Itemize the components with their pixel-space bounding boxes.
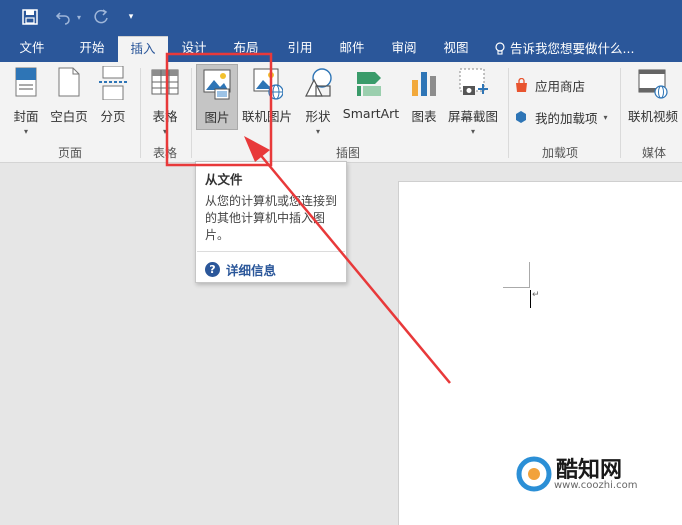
pages-group-label: 页面 [57,146,82,160]
addins-icon [516,111,526,123]
ribbon-tabs: 文件 开始 插入 设计 布局 引用 邮件 审阅 视图 告诉我您想要做什么... [0,36,682,62]
chevron-down-icon: ▾ [470,127,475,136]
my-addins-label: 我的加载项 [535,111,598,126]
online-video-label: 联机视频 [627,109,678,124]
tables-group-label: 表格 [152,146,177,160]
table-label: 表格 [152,109,178,124]
cover-page-icon [10,66,42,100]
chart-button[interactable]: 图表 [406,66,442,125]
tab-layout[interactable]: 布局 [222,36,270,62]
smartart-icon [355,66,387,100]
blank-page-icon [53,66,85,100]
shapes-button[interactable]: 形状 ▾ [298,66,338,136]
group-divider [620,68,621,158]
watermark-url: www.coozhi.com [554,480,638,491]
shapes-icon [302,66,334,100]
illustrations-group-label: 插图 [335,146,360,160]
title-bar: ▾ ▾ [0,0,682,36]
margin-corner-mark [529,262,530,288]
margin-corner-mark [503,287,529,288]
online-video-button[interactable]: 联机视频 [624,66,682,125]
cover-page-button[interactable]: 封面 ▾ [8,66,44,136]
smartart-button[interactable]: SmartArt [340,66,402,121]
tab-design[interactable]: 设计 [170,36,218,62]
picture-label: 图片 [204,110,230,125]
addins-group-label: 加载项 [541,146,578,160]
watermark: 酷知网 www.coozhi.com [510,448,668,500]
online-video-icon [637,66,669,100]
table-button[interactable]: 表格 ▾ [146,66,184,136]
tooltip-help-label: 详细信息 [226,263,277,278]
paragraph-mark-icon: ↵ [532,290,540,300]
help-icon: ? [205,262,220,277]
group-divider [191,68,192,158]
page-break-label: 分页 [100,109,126,124]
tab-references[interactable]: 引用 [276,36,324,62]
chevron-down-icon: ▾ [23,127,28,136]
tooltip-title: 从文件 [205,172,243,187]
tell-me-text: 告诉我您想要做什么... [510,41,635,56]
my-addins-button[interactable]: 我的加载项 ▾ [514,108,608,127]
tab-review[interactable]: 审阅 [380,36,428,62]
smartart-label: SmartArt [342,106,400,121]
screenshot-icon [457,66,489,100]
tab-insert[interactable]: 插入 [118,36,168,62]
screenshot-button[interactable]: 屏幕截图 ▾ [444,66,502,136]
tooltip-help-link[interactable]: ? 详细信息 [205,260,276,279]
store-button[interactable]: 应用商店 [514,76,585,95]
bar-chart-icon [408,66,440,100]
online-picture-icon [251,66,284,100]
store-label: 应用商店 [535,79,586,94]
online-picture-button[interactable]: 联机图片 [240,66,294,125]
lightbulb-icon [495,42,505,55]
store-icon [516,78,527,92]
text-cursor [530,290,531,308]
tell-me-box[interactable]: 告诉我您想要做什么... [494,36,634,62]
table-icon [149,66,181,100]
screenshot-label: 屏幕截图 [447,109,498,124]
customize-toolbar-icon[interactable]: ▾ [124,6,138,28]
ribbon-insert: 封面 ▾ 空白页 分页 页面 表格 ▾ 表格 图片 联机图片 形状 ▾ Smar… [0,62,682,163]
picture-icon [201,67,233,101]
blank-page-button[interactable]: 空白页 [46,66,92,125]
page-break-icon [97,65,129,101]
tab-view[interactable]: 视图 [432,36,480,62]
picture-tooltip: 从文件 从您的计算机或您连接到的其他计算机中插入图片。 ? 详细信息 [195,161,347,283]
chevron-down-icon: ▾ [162,127,167,136]
chevron-down-icon: ▾ [603,113,608,122]
blank-page-label: 空白页 [50,109,88,124]
online-picture-label: 联机图片 [241,109,292,124]
chart-label: 图表 [411,109,437,124]
shapes-label: 形状 [305,109,331,124]
group-divider [140,68,141,158]
group-divider [508,68,509,158]
page-break-button[interactable]: 分页 [96,65,130,125]
tab-mailings[interactable]: 邮件 [328,36,376,62]
undo-icon[interactable] [52,6,74,28]
tooltip-description: 从您的计算机或您连接到的其他计算机中插入图片。 [205,194,338,242]
chevron-down-icon: ▾ [315,127,320,136]
picture-button[interactable]: 图片 [196,64,238,130]
watermark-logo-icon [516,456,552,492]
save-icon[interactable] [18,6,42,28]
undo-dropdown-icon[interactable]: ▾ [74,6,84,28]
redo-icon[interactable] [90,6,112,28]
tab-home[interactable]: 开始 [68,36,116,62]
cover-page-label: 封面 [13,109,39,124]
tooltip-divider [197,251,345,252]
tab-file[interactable]: 文件 [8,36,56,62]
media-group-label: 媒体 [641,146,666,160]
